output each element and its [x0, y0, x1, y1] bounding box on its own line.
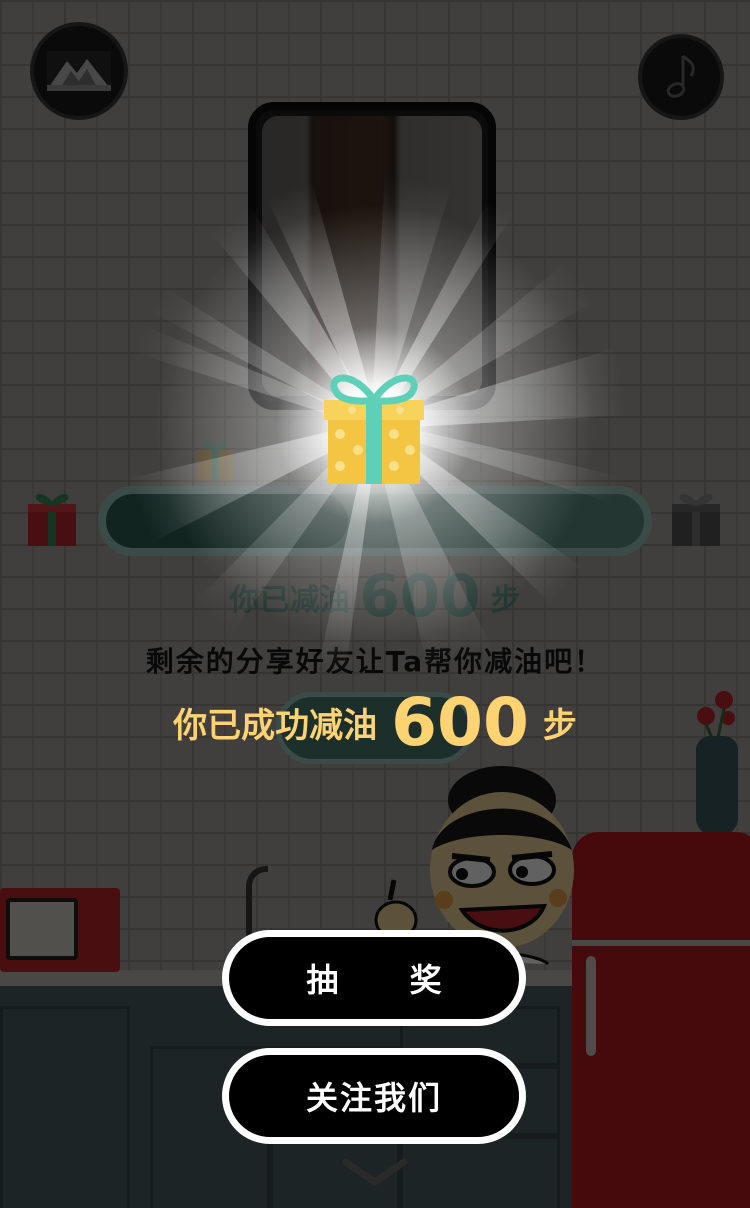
gift-box-icon [672, 493, 720, 546]
progress-bar [98, 486, 652, 556]
share-tip: 剩余的分享好友让Ta帮你减油吧！ [145, 645, 605, 678]
success-unit: 步 [542, 706, 577, 746]
progress-fill [106, 494, 349, 548]
cabinet-door [0, 1006, 130, 1208]
logo-button[interactable] [30, 22, 128, 120]
fridge-divider [572, 940, 750, 946]
gift-box-icon [324, 374, 424, 484]
fridge-handle [586, 956, 596, 1056]
gift-box-icon [197, 441, 233, 481]
lottery-draw-label: 抽 奖 [306, 961, 472, 999]
follow-us-button[interactable]: 关注我们 [222, 1048, 526, 1144]
lottery-draw-button[interactable]: 抽 奖 [222, 930, 526, 1026]
success-prefix: 你已成功减油 [173, 706, 378, 746]
window-view [262, 116, 482, 396]
reduced-steps-label: 你已减油 600 步 [0, 562, 750, 630]
music-note-icon [666, 54, 695, 98]
follow-us-label: 关注我们 [305, 1079, 442, 1117]
reduced-unit: 步 [490, 583, 521, 618]
game-stage: 你已减油 600 步 剩余的分享好友让Ta帮你减油吧！ 你已成功减油 600 步… [0, 0, 750, 1208]
success-message: 你已成功减油 600 步 [0, 684, 750, 761]
mountain-logo-icon [47, 51, 111, 91]
cabinet-drawer [400, 1136, 560, 1208]
music-toggle-button[interactable] [638, 34, 724, 120]
chevron-down-icon[interactable] [342, 1158, 408, 1188]
microwave [0, 888, 120, 972]
refrigerator [572, 832, 750, 1208]
success-value: 600 [391, 684, 529, 761]
reduced-value: 600 [359, 562, 481, 630]
microwave-window [6, 898, 78, 960]
reduced-prefix: 你已减油 [229, 583, 350, 618]
gift-box-icon [28, 493, 76, 546]
